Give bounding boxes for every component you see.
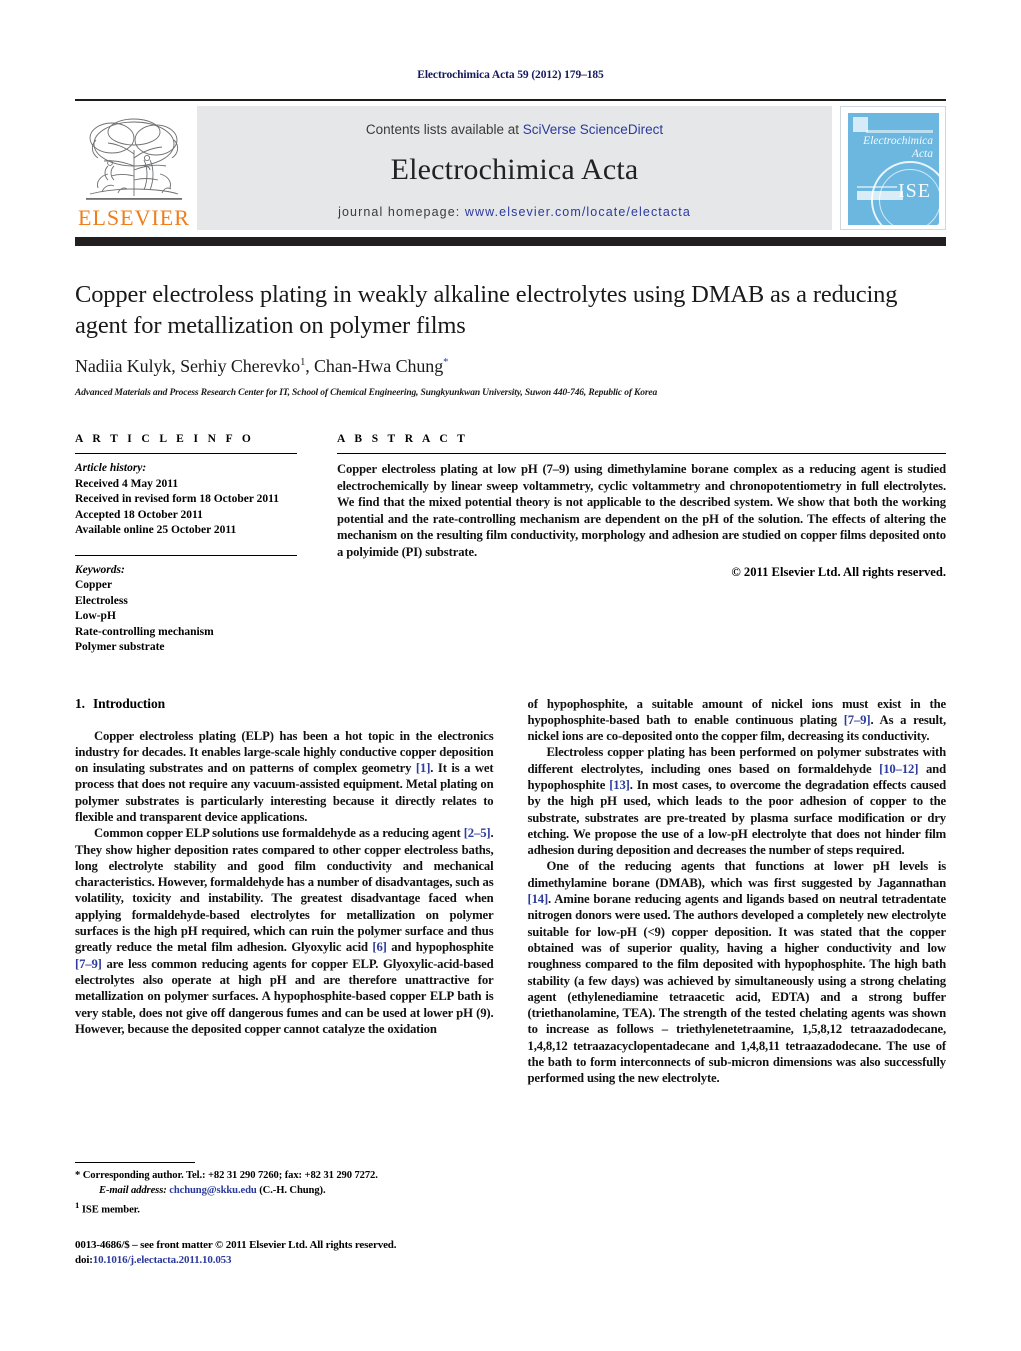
citation-reference[interactable]: [10–12] [879,762,918,776]
cover-journal-title: Electrochimica Acta [858,135,933,161]
authors-part-one: Nadiia Kulyk, Serhiy Cherevko [75,356,301,376]
title-block: Copper electroless plating in weakly alk… [75,279,946,398]
paragraph-text: . Amine borane reducing agents and ligan… [527,892,947,1086]
masthead-center-panel: Contents lists available at SciVerse Sci… [197,106,832,230]
keyword-item: Polymer substrate [75,641,165,653]
keywords-group: Keywords: Copper Electroless Low-pH Rate… [75,563,297,656]
section-title: Introduction [92,695,166,711]
article-info-column: A R T I C L E I N F O Article history: R… [75,433,297,656]
elsevier-logo: ELSEVIER [75,106,193,232]
citation-reference[interactable]: [6] [372,940,387,954]
author-list: Nadiia Kulyk, Serhiy Cherevko1, Chan-Hwa… [75,356,946,377]
article-info-label: A R T I C L E I N F O [75,433,255,445]
section-heading-introduction: 1. Introduction [75,696,494,712]
body-column-left: 1. Introduction Copper electroless platin… [75,696,494,1087]
article-page: Electrochimica Acta 59 (2012) 179–185 EL… [0,0,1021,1351]
keyword-item: Electroless [75,594,128,607]
abstract-rule [337,453,946,454]
citation-reference[interactable]: [2–5] [464,826,491,840]
keywords-heading: Keywords: [75,563,125,576]
elsevier-wordmark: ELSEVIER [78,205,190,230]
footnote-ise-member: 1 ISE member. [75,1198,495,1218]
page-title: Copper electroless plating in weakly alk… [75,281,898,339]
body-paragraph: Common copper ELP solutions use formalde… [75,825,494,1037]
history-item: Received 4 May 2011 [75,477,179,490]
cover-title-line1: Electrochimica [863,135,933,147]
left-paragraphs: Copper electroless plating (ELP) has bee… [75,728,494,1038]
elsevier-tree-icon [86,118,182,200]
history-item: Available online 25 October 2011 [75,524,237,536]
info-abstract-row: A R T I C L E I N F O Article history: R… [75,433,946,656]
paragraph-text: are less common reducing agents for copp… [75,956,494,1036]
imprint-block: 0013-4686/$ – see front matter © 2011 El… [75,1238,505,1268]
citation-reference[interactable]: [7–9] [75,957,102,971]
footnote-rule [75,1162,195,1163]
cover-art: Electrochimica Acta ISE [848,113,939,225]
body-paragraph: of hypophosphite, a suitable amount of n… [528,696,947,745]
journal-cover-thumbnail: Electrochimica Acta ISE [840,106,946,230]
history-item: Received in revised form 18 October 2011 [75,493,279,505]
body-paragraph: One of the reducing agents that function… [528,858,947,1086]
masthead-divider [75,237,946,246]
article-history-heading: Article history: [75,462,147,474]
authors-part-two: , Chan-Hwa Chung [305,356,444,376]
citation-reference[interactable]: [14] [528,892,549,906]
citation-reference[interactable]: [7–9] [844,713,871,727]
abstract-copyright: © 2011 Elsevier Ltd. All rights reserved… [731,564,946,579]
section-number: 1. [75,695,85,711]
cover-title-line2: Acta [911,148,933,160]
doi-link[interactable]: 10.1016/j.electacta.2011.10.053 [93,1254,232,1266]
body-column-right: of hypophosphite, a suitable amount of n… [528,696,947,1087]
issn-copyright-line: 0013-4686/$ – see front matter © 2011 El… [75,1239,397,1251]
ise-logo-text: ISE [898,180,931,202]
article-info-rule [75,453,297,454]
abstract-text: Copper electroless plating at low pH (7–… [337,462,946,559]
email-label: E-mail address: [99,1184,167,1196]
citation-reference[interactable]: [1] [416,761,431,775]
footnote-area: * Corresponding author. Tel.: +82 31 290… [75,1162,495,1218]
running-head: Electrochimica Acta 59 (2012) 179–185 [417,69,604,81]
journal-title: Electrochimica Acta [390,152,639,186]
doi-line: doi:10.1016/j.electacta.2011.10.053 [75,1253,505,1268]
paragraph-text: . They show higher deposition rates comp… [75,826,494,955]
footnote-corresponding-author: * Corresponding author. Tel.: +82 31 290… [75,1170,378,1181]
journal-homepage-line: journal homepage: www.elsevier.com/locat… [338,205,691,219]
body-paragraph: Electroless copper plating has been perf… [528,744,947,858]
history-item: Accepted 18 October 2011 [75,508,203,521]
paragraph-text: and hypophosphite [386,940,494,955]
paragraph-text: Common copper ELP solutions use formalde… [94,826,464,841]
email-suffix: (C.-H. Chung). [256,1184,326,1196]
keywords-rule [75,554,297,556]
citation-reference[interactable]: [13] [609,778,630,792]
ise-member-text: ISE member. [81,1204,140,1216]
sciencedirect-link[interactable]: SciVerse ScienceDirect [523,122,663,137]
footnote-email: E-mail address: chchung@skku.edu (C.-H. … [75,1184,495,1199]
corresponding-author-marker[interactable]: * [443,357,448,368]
email-link[interactable]: chchung@skku.edu [169,1185,257,1196]
paragraph-text: One of the reducing agents that function… [527,859,947,890]
journal-masthead: ELSEVIER Contents lists available at Sci… [75,99,946,232]
contents-prefix: Contents lists available at [365,121,523,137]
affiliation: Advanced Materials and Process Research … [75,388,658,398]
body-columns: 1. Introduction Copper electroless platin… [75,696,946,1087]
keyword-item: Copper [75,579,113,591]
keyword-item: Low-pH [75,610,116,622]
keyword-item: Rate-controlling mechanism [75,625,214,638]
doi-prefix: doi: [75,1254,93,1266]
right-paragraphs: of hypophosphite, a suitable amount of n… [528,696,947,1087]
footnote-marker-1: 1 [75,1200,80,1210]
body-paragraph: Copper electroless plating (ELP) has bee… [75,728,494,826]
homepage-prefix: journal homepage: [338,204,465,219]
abstract-column: A B S T R A C T Copper electroless plati… [337,433,946,656]
journal-homepage-link[interactable]: www.elsevier.com/locate/electacta [465,205,691,219]
contents-lists-line: Contents lists available at SciVerse Sci… [366,122,663,137]
cover-header-rule [866,130,933,133]
abstract-label: A B S T R A C T [337,433,469,445]
